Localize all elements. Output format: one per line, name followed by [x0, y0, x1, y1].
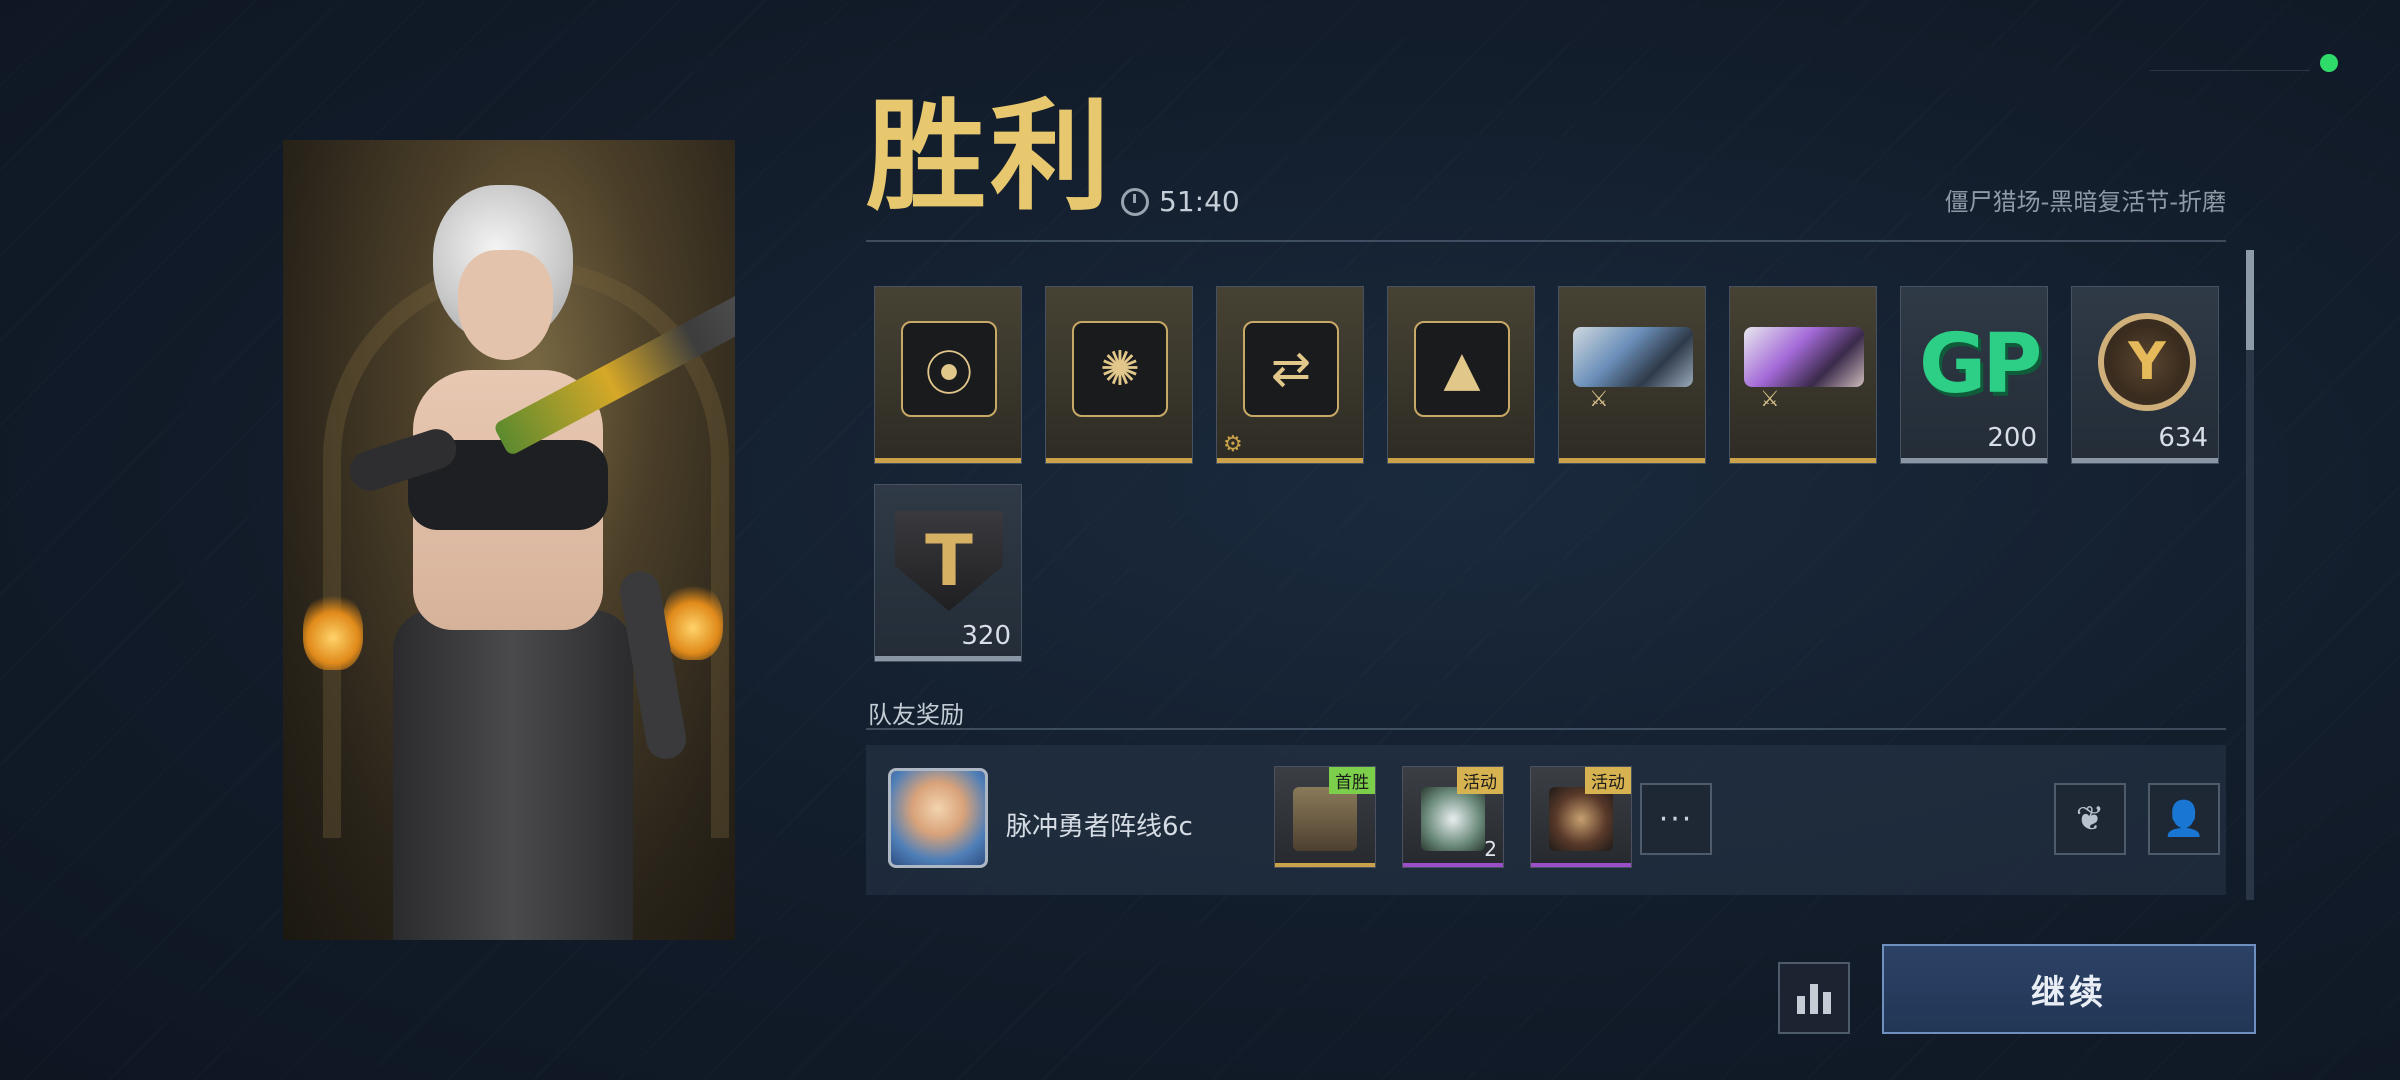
rarity-bar — [1217, 458, 1363, 463]
compass-icon: ⚔ — [1589, 387, 1609, 412]
reward-item[interactable]: ▲ — [1387, 286, 1535, 464]
game-mode-label: 僵尸猎场-黑暗复活节-折磨 — [1944, 188, 2226, 216]
bar-chart-icon — [1797, 996, 1805, 1014]
reward-item[interactable]: ⇄ ⚙ — [1216, 286, 1364, 464]
add-friend-icon: 👤 — [2162, 799, 2206, 839]
rarity-bar — [1531, 863, 1631, 867]
character-portrait — [283, 140, 735, 940]
bar-chart-icon — [1823, 992, 1831, 1014]
more-rewards-button[interactable]: ··· — [1640, 783, 1712, 855]
bullet-stack-icon: ⦿ — [901, 321, 997, 417]
event-tag: 活动 — [1457, 767, 1503, 794]
match-timer: 51:40 — [1121, 185, 1240, 218]
torch-fire-right — [663, 580, 723, 660]
reward-item[interactable]: Y 634 — [2071, 286, 2219, 464]
avatar[interactable] — [888, 768, 988, 868]
t-shield-icon: T — [895, 511, 1003, 611]
like-button[interactable]: ❦ — [2054, 783, 2126, 855]
match-duration: 51:40 — [1159, 185, 1240, 218]
teammate-divider — [866, 728, 2226, 730]
teammate-name: 脉冲勇者阵线6c — [1006, 812, 1193, 842]
t-coin-icon: Y — [2098, 313, 2196, 411]
bar-chart-icon — [1810, 984, 1818, 1014]
victory-title: 胜利 — [866, 88, 1114, 227]
reward-item[interactable]: ⚔ — [1558, 286, 1706, 464]
rarity-bar — [1388, 458, 1534, 463]
compass-icon: ⚔ — [1760, 387, 1780, 412]
rarity-bar — [1403, 863, 1503, 867]
rarity-bar — [875, 458, 1021, 463]
rewards-scrollbar[interactable] — [2246, 250, 2254, 900]
purple-pistol-weapon-icon — [1744, 327, 1864, 387]
reward-item[interactable]: GP 200 — [1900, 286, 2048, 464]
rarity-bar — [875, 656, 1021, 661]
leaf-icon: ❦ — [2075, 799, 2105, 839]
teammate-reward-item[interactable]: 活动 — [1530, 766, 1632, 868]
gear-icon: ⚙ — [1223, 432, 1243, 457]
reward-quantity: 634 — [2158, 423, 2208, 453]
reward-quantity: 2 — [1484, 837, 1497, 861]
reward-quantity: 200 — [1987, 423, 2037, 453]
character-legs — [393, 610, 633, 940]
character-face — [458, 250, 553, 360]
rarity-bar — [2072, 458, 2218, 463]
clock-icon — [1121, 187, 1149, 216]
white-wolf-icon — [1421, 787, 1485, 851]
gp-currency-icon: GP — [1919, 317, 2042, 412]
add-friend-button[interactable]: 👤 — [2148, 783, 2220, 855]
connection-status-dot — [2320, 54, 2338, 72]
torch-fire-left — [303, 590, 363, 670]
hud-decoration — [2150, 70, 2310, 93]
rarity-bar — [1275, 863, 1375, 867]
arrowhead-emblem-icon: ▲ — [1414, 321, 1510, 417]
dark-crest-icon — [1549, 787, 1613, 851]
teammate-reward-item[interactable]: 活动 2 — [1402, 766, 1504, 868]
first-win-tag: 首胜 — [1329, 767, 1375, 794]
rarity-bar — [1559, 458, 1705, 463]
blast-emblem-icon: ✺ — [1072, 321, 1168, 417]
reward-quantity: 320 — [961, 621, 1011, 651]
stats-button[interactable] — [1778, 962, 1850, 1034]
teammate-reward-item[interactable]: 首胜 — [1274, 766, 1376, 868]
scrollbar-thumb[interactable] — [2246, 250, 2254, 350]
continue-button[interactable]: 继续 — [1882, 944, 2256, 1034]
reward-item[interactable]: ✺ — [1045, 286, 1193, 464]
reward-item[interactable]: T 320 — [874, 484, 1022, 662]
pistol-weapon-icon — [1573, 327, 1693, 387]
rarity-bar — [1730, 458, 1876, 463]
reward-item[interactable]: ⚔ — [1729, 286, 1877, 464]
rarity-bar — [1901, 458, 2047, 463]
treasure-chest-icon — [1293, 787, 1357, 851]
rarity-bar — [1046, 458, 1192, 463]
header-divider — [866, 240, 2226, 242]
event-tag: 活动 — [1585, 767, 1631, 794]
reward-item[interactable]: ⦿ — [874, 286, 1022, 464]
weapon-swap-icon: ⇄ — [1243, 321, 1339, 417]
teammate-rewards-heading: 队友奖励 — [868, 701, 964, 729]
